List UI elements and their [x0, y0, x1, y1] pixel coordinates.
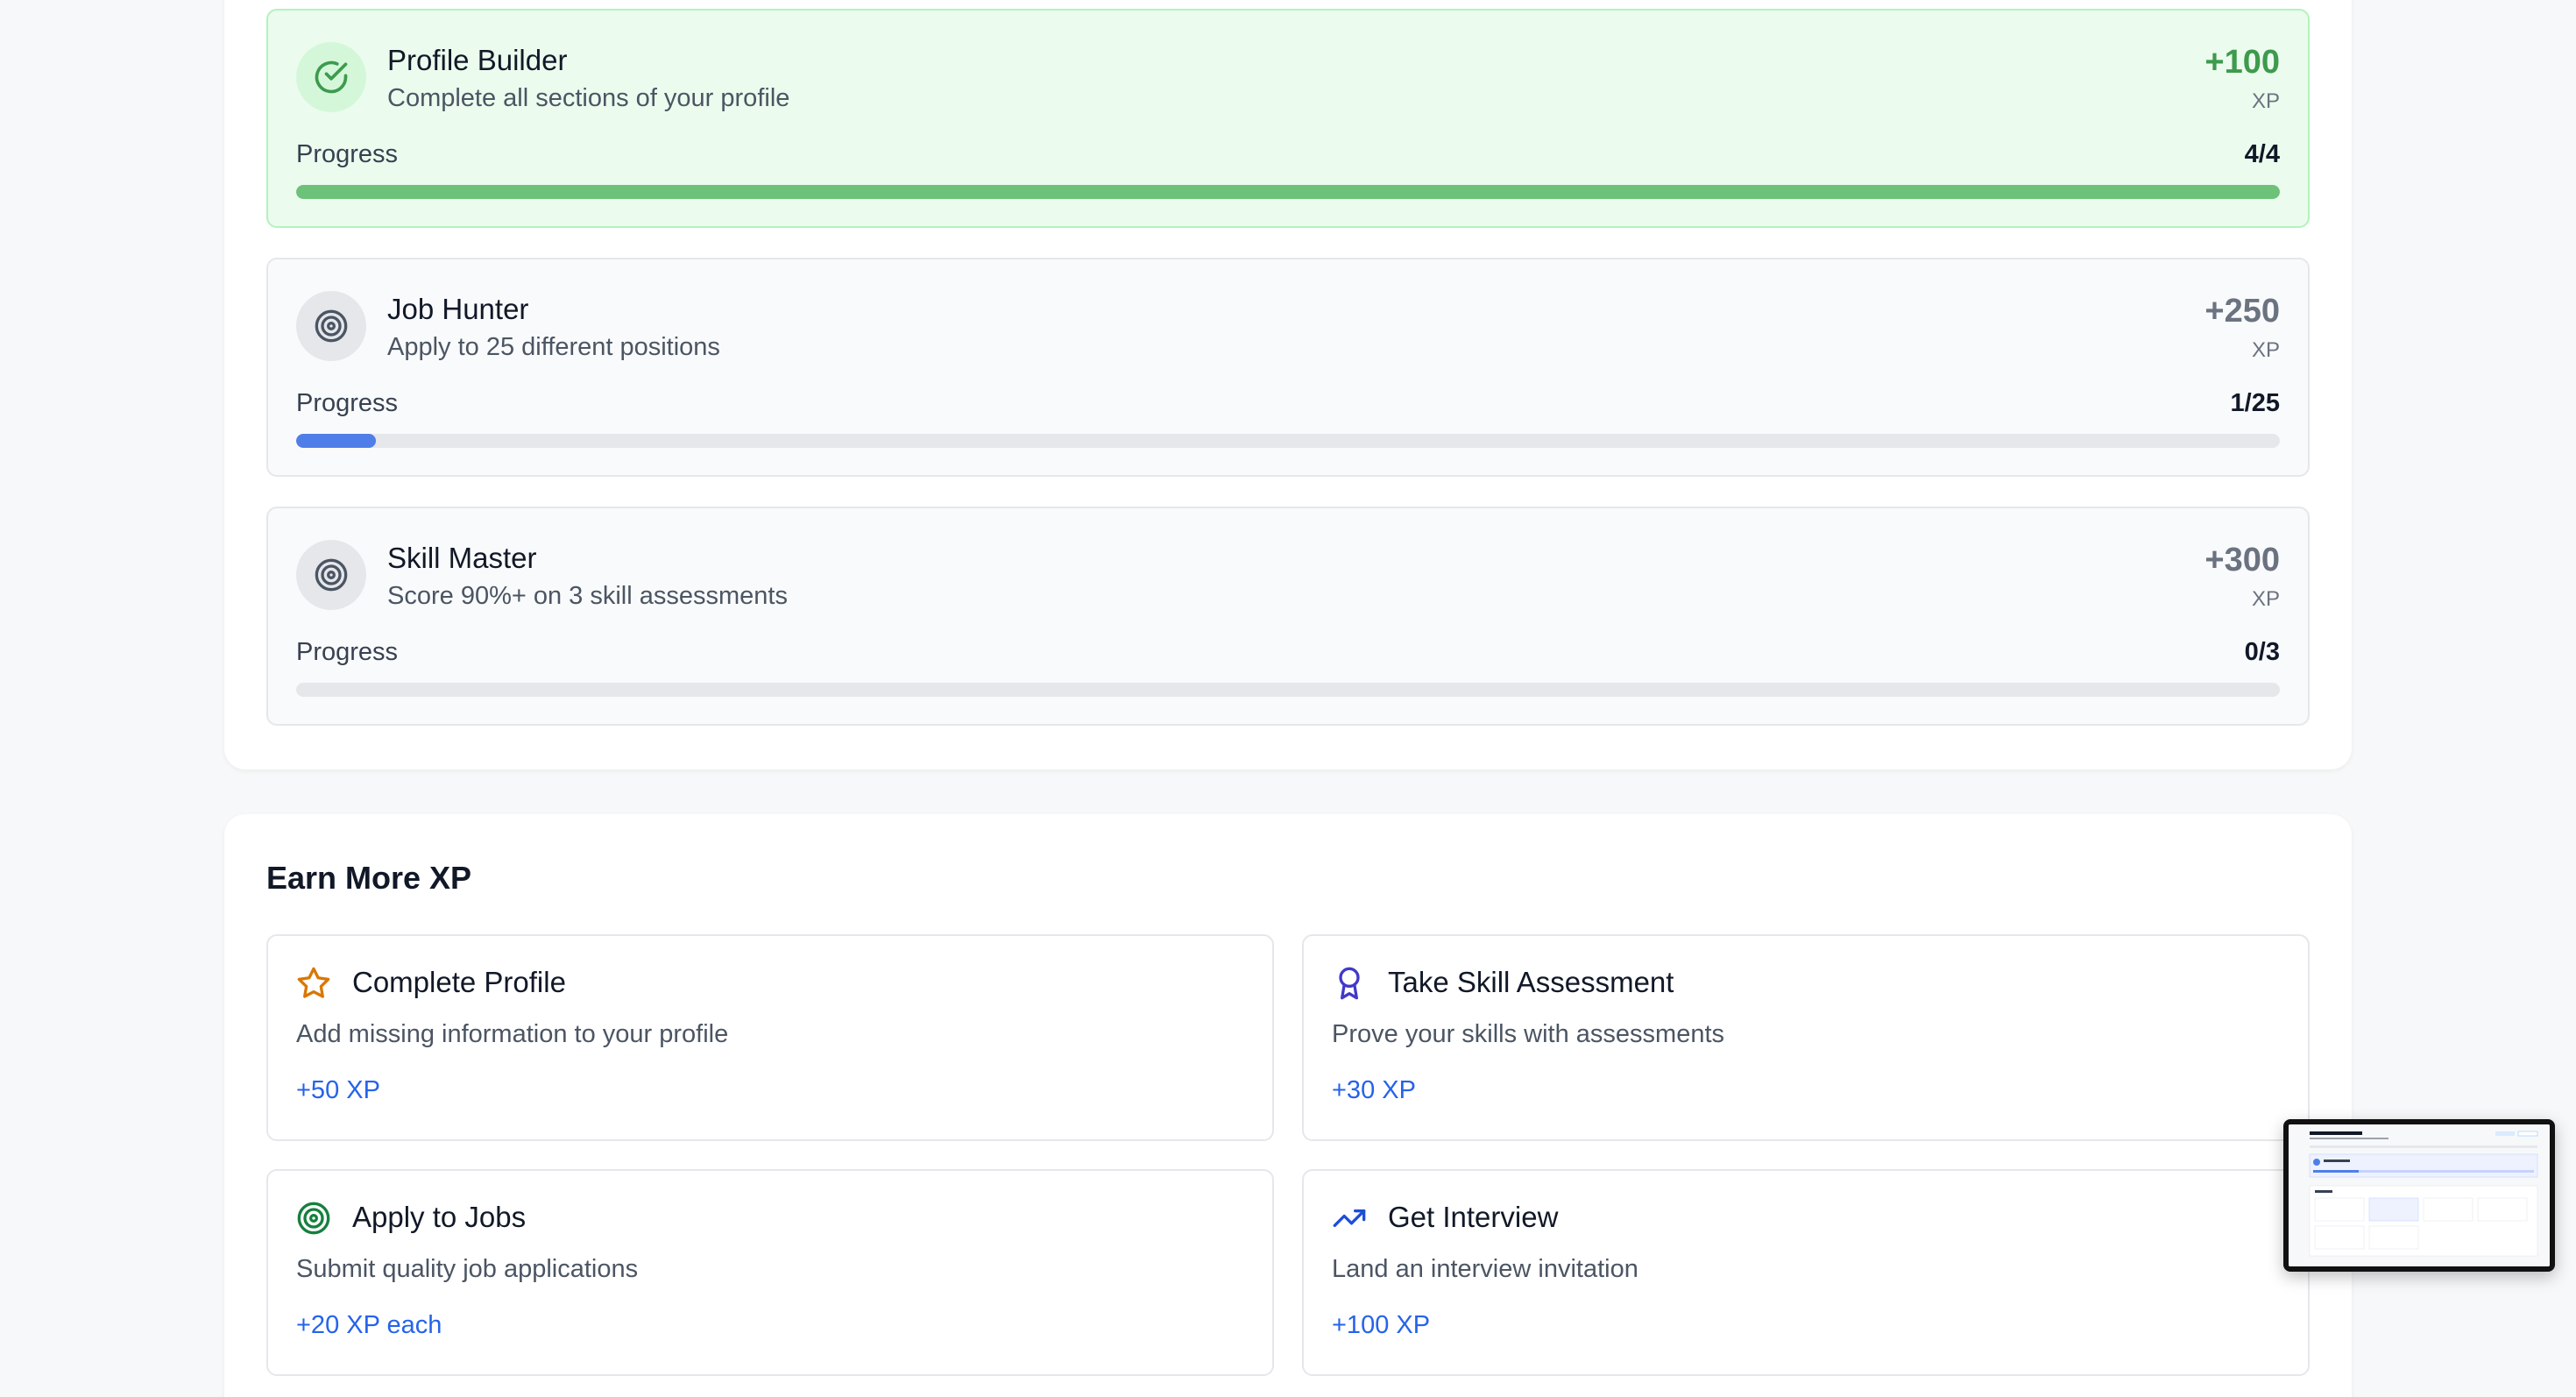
- target-icon: [296, 1201, 331, 1236]
- target-icon: [296, 540, 366, 610]
- earn-card-xp: +30 XP: [1332, 1076, 1416, 1104]
- earn-card-get-interview[interactable]: Get Interview Land an interview invitati…: [1302, 1169, 2310, 1376]
- earn-card-title: Get Interview: [1388, 1201, 1559, 1233]
- earn-card-title: Complete Profile: [352, 966, 566, 998]
- progress-bar: [296, 185, 2280, 199]
- earn-card-xp: +100 XP: [1332, 1311, 1431, 1339]
- earn-card-title: Apply to Jobs: [352, 1201, 527, 1233]
- achievement-description: Complete all sections of your profile: [387, 84, 790, 112]
- achievement-xp-unit: XP: [2251, 338, 2280, 362]
- window-preview-thumbnail[interactable]: [2283, 1119, 2555, 1272]
- earn-card-xp: +20 XP each: [296, 1311, 442, 1339]
- earn-card-complete-profile[interactable]: Complete Profile Add missing information…: [266, 934, 1274, 1141]
- earn-card-description: Add missing information to your profile: [296, 1020, 729, 1048]
- progress-count: 0/3: [2244, 638, 2280, 666]
- earn-card-description: Land an interview invitation: [1332, 1255, 1638, 1283]
- achievement-card-skill-master[interactable]: Skill Master Score 90%+ on 3 skill asses…: [266, 507, 2310, 726]
- progress-label: Progress: [296, 389, 399, 417]
- progress-label: Progress: [296, 140, 399, 168]
- achievement-title: Profile Builder: [387, 44, 568, 76]
- section-title: Earn More XP: [266, 860, 472, 896]
- achievement-card-profile-builder[interactable]: Profile Builder Complete all sections of…: [266, 9, 2310, 228]
- earn-card-description: Prove your skills with assessments: [1332, 1020, 1725, 1048]
- progress-bar: [296, 683, 2280, 697]
- achievement-xp: +100: [2204, 44, 2280, 81]
- achievement-xp-unit: XP: [2251, 89, 2280, 113]
- earn-card-apply-to-jobs[interactable]: Apply to Jobs Submit quality job applica…: [266, 1169, 1274, 1376]
- progress-bar-fill: [296, 434, 376, 448]
- progress-label: Progress: [296, 638, 399, 666]
- target-icon: [296, 291, 366, 361]
- achievement-title: Job Hunter: [387, 293, 529, 325]
- achievement-description: Score 90%+ on 3 skill assessments: [387, 582, 788, 610]
- thumbnail-graphic: [2289, 1124, 2550, 1266]
- award-icon: [1332, 966, 1367, 1001]
- progress-count: 1/25: [2230, 389, 2280, 417]
- achievement-title: Skill Master: [387, 542, 537, 574]
- progress-count: 4/4: [2244, 140, 2280, 168]
- earn-card-xp: +50 XP: [296, 1076, 380, 1104]
- progress-bar: [296, 434, 2280, 448]
- earn-more-xp-panel: Earn More XP Complete Profile Add missin…: [224, 814, 2352, 1397]
- achievement-xp: +250: [2204, 293, 2280, 330]
- earn-card-title: Take Skill Assessment: [1388, 966, 1674, 998]
- star-icon: [296, 966, 331, 1001]
- achievements-panel: Profile Builder Complete all sections of…: [224, 0, 2352, 769]
- trending-up-icon: [1332, 1201, 1367, 1236]
- earn-card-description: Submit quality job applications: [296, 1255, 639, 1283]
- check-circle-icon: [296, 42, 366, 112]
- achievement-xp: +300: [2204, 542, 2280, 578]
- achievement-xp-unit: XP: [2251, 587, 2280, 611]
- earn-card-take-skill-assessment[interactable]: Take Skill Assessment Prove your skills …: [1302, 934, 2310, 1141]
- progress-bar-fill: [296, 185, 2280, 199]
- achievement-description: Apply to 25 different positions: [387, 333, 720, 361]
- achievement-card-job-hunter[interactable]: Job Hunter Apply to 25 different positio…: [266, 258, 2310, 477]
